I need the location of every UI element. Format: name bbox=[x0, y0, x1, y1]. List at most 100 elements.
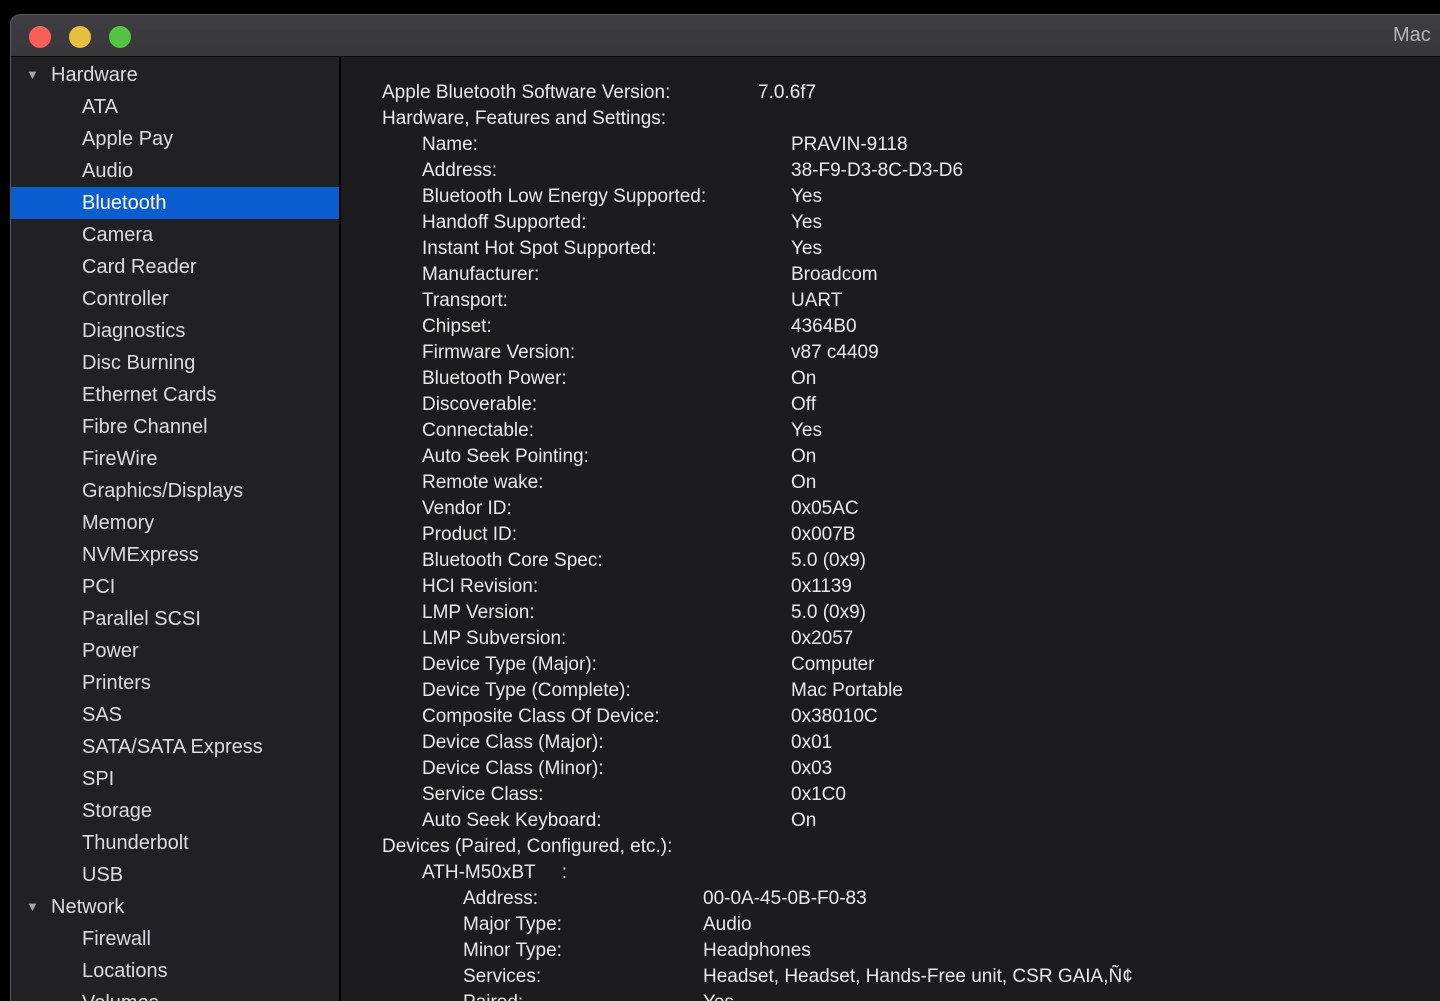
sidebar-item-firewall[interactable]: Firewall bbox=[11, 923, 339, 955]
row-value: On bbox=[791, 470, 816, 496]
row-label: Firmware Version: bbox=[422, 340, 575, 366]
row-label: Device Type (Major): bbox=[422, 652, 597, 678]
info-row-service-class: Service Class:0x1C0 bbox=[341, 782, 1440, 808]
info-row-instant-hot-spot-supported: Instant Hot Spot Supported: Yes bbox=[341, 236, 1440, 262]
row-value: 00-0A-45-0B-F0-83 bbox=[703, 886, 867, 912]
sidebar-item-nvmexpress[interactable]: NVMExpress bbox=[11, 539, 339, 571]
row-label: Auto Seek Keyboard: bbox=[422, 808, 602, 834]
row-value: Headphones bbox=[703, 938, 811, 964]
info-row-discoverable: Discoverable: Off bbox=[341, 392, 1440, 418]
row-label: Vendor ID: bbox=[422, 496, 512, 522]
info-row-composite-class-of-device: Composite Class Of Device:0x38010C bbox=[341, 704, 1440, 730]
sidebar-item-camera[interactable]: Camera bbox=[11, 219, 339, 251]
sidebar-item-firewire[interactable]: FireWire bbox=[11, 443, 339, 475]
titlebar[interactable]: Mac bbox=[11, 14, 1440, 57]
row-label: Apple Bluetooth Software Version: bbox=[382, 80, 670, 106]
info-row-bluetooth-power: Bluetooth Power: On bbox=[341, 366, 1440, 392]
sidebar-item-bluetooth[interactable]: Bluetooth bbox=[11, 187, 339, 219]
info-row-address: Address:00-0A-45-0B-F0-83 bbox=[341, 886, 1440, 912]
info-row-apple-bluetooth-software-version: Apple Bluetooth Software Version:7.0.6f7 bbox=[341, 80, 1440, 106]
sidebar-item-power[interactable]: Power bbox=[11, 635, 339, 667]
window-body: ▼HardwareATAApple PayAudioBluetoothCamer… bbox=[11, 57, 1440, 1001]
sidebar-item-thunderbolt[interactable]: Thunderbolt bbox=[11, 827, 339, 859]
row-label: Handoff Supported: bbox=[422, 210, 586, 236]
row-value: Yes bbox=[791, 418, 822, 444]
row-value: 0x38010C bbox=[791, 704, 878, 730]
row-label: Discoverable: bbox=[422, 392, 537, 418]
disclosure-triangle-icon[interactable]: ▼ bbox=[26, 59, 39, 91]
info-row-ath-m50xbt: ATH-M50xBT : bbox=[341, 860, 1440, 886]
row-label: Remote wake: bbox=[422, 470, 543, 496]
zoom-button[interactable] bbox=[109, 26, 131, 48]
sidebar-item-ethernet-cards[interactable]: Ethernet Cards bbox=[11, 379, 339, 411]
info-row-handoff-supported: Handoff Supported: Yes bbox=[341, 210, 1440, 236]
info-row-lmp-subversion: LMP Subversion:0x2057 bbox=[341, 626, 1440, 652]
info-row-lmp-version: LMP Version:5.0 (0x9) bbox=[341, 600, 1440, 626]
info-row-auto-seek-pointing: Auto Seek Pointing:On bbox=[341, 444, 1440, 470]
info-row-device-class-minor: Device Class (Minor):0x03 bbox=[341, 756, 1440, 782]
row-value: On bbox=[791, 366, 816, 392]
sidebar-item-diagnostics[interactable]: Diagnostics bbox=[11, 315, 339, 347]
traffic-lights bbox=[29, 26, 131, 48]
info-row-address: Address: 38-F9-D3-8C-D3-D6 bbox=[341, 158, 1440, 184]
sidebar-item-volumes[interactable]: Volumes bbox=[11, 987, 339, 1001]
row-label: Minor Type: bbox=[463, 938, 562, 964]
sidebar-item-sas[interactable]: SAS bbox=[11, 699, 339, 731]
info-row-firmware-version: Firmware Version:v87 c4409 bbox=[341, 340, 1440, 366]
row-value: Broadcom bbox=[791, 262, 878, 288]
sidebar-item-sata-sata-express[interactable]: SATA/SATA Express bbox=[11, 731, 339, 763]
sidebar-item-card-reader[interactable]: Card Reader bbox=[11, 251, 339, 283]
info-row-connectable: Connectable:Yes bbox=[341, 418, 1440, 444]
info-row-vendor-id: Vendor ID:0x05AC bbox=[341, 496, 1440, 522]
sidebar-section-hardware[interactable]: ▼Hardware bbox=[11, 59, 339, 91]
info-row-manufacturer: Manufacturer: Broadcom bbox=[341, 262, 1440, 288]
row-value: 4364B0 bbox=[791, 314, 857, 340]
info-row-auto-seek-keyboard: Auto Seek Keyboard:On bbox=[341, 808, 1440, 834]
row-label: Address: bbox=[422, 158, 497, 184]
disclosure-triangle-icon[interactable]: ▼ bbox=[26, 891, 39, 923]
row-value: Yes bbox=[791, 210, 822, 236]
row-value: 0x007B bbox=[791, 522, 855, 548]
sidebar-item-apple-pay[interactable]: Apple Pay bbox=[11, 123, 339, 155]
sidebar-item-usb[interactable]: USB bbox=[11, 859, 339, 891]
info-row-transport: Transport:UART bbox=[341, 288, 1440, 314]
row-value: 0x1139 bbox=[791, 574, 852, 600]
sidebar-item-parallel-scsi[interactable]: Parallel SCSI bbox=[11, 603, 339, 635]
row-value: PRAVIN-9118 bbox=[791, 132, 908, 158]
info-row-device-type-major: Device Type (Major): Computer bbox=[341, 652, 1440, 678]
row-value: Audio bbox=[703, 912, 752, 938]
minimize-button[interactable] bbox=[69, 26, 91, 48]
sidebar-section-network[interactable]: ▼Network bbox=[11, 891, 339, 923]
sidebar-item-ata[interactable]: ATA bbox=[11, 91, 339, 123]
sidebar-item-pci[interactable]: PCI bbox=[11, 571, 339, 603]
sidebar-item-printers[interactable]: Printers bbox=[11, 667, 339, 699]
row-label: Instant Hot Spot Supported: bbox=[422, 236, 657, 262]
row-label: Bluetooth Core Spec: bbox=[422, 548, 603, 574]
row-value: 38-F9-D3-8C-D3-D6 bbox=[791, 158, 963, 184]
sidebar: ▼HardwareATAApple PayAudioBluetoothCamer… bbox=[11, 57, 341, 1001]
sidebar-item-disc-burning[interactable]: Disc Burning bbox=[11, 347, 339, 379]
close-button[interactable] bbox=[29, 26, 51, 48]
row-value: 5.0 (0x9) bbox=[791, 600, 866, 626]
sidebar-item-controller[interactable]: Controller bbox=[11, 283, 339, 315]
bluetooth-info-pane: Apple Bluetooth Software Version:7.0.6f7… bbox=[341, 57, 1440, 1001]
info-row-product-id: Product ID:0x007B bbox=[341, 522, 1440, 548]
sidebar-item-memory[interactable]: Memory bbox=[11, 507, 339, 539]
sidebar-item-spi[interactable]: SPI bbox=[11, 763, 339, 795]
info-row-minor-type: Minor Type: Headphones bbox=[341, 938, 1440, 964]
sidebar-item-locations[interactable]: Locations bbox=[11, 955, 339, 987]
row-value: Off bbox=[791, 392, 816, 418]
sidebar-item-fibre-channel[interactable]: Fibre Channel bbox=[11, 411, 339, 443]
info-row-services: Services:Headset, Headset, Hands-Free un… bbox=[341, 964, 1440, 990]
sidebar-item-storage[interactable]: Storage bbox=[11, 795, 339, 827]
row-label: Bluetooth Power: bbox=[422, 366, 567, 392]
row-value: Yes bbox=[791, 184, 822, 210]
row-label: Device Class (Major): bbox=[422, 730, 604, 756]
row-label: Chipset: bbox=[422, 314, 492, 340]
row-value: Yes bbox=[703, 990, 734, 1001]
row-label: Manufacturer: bbox=[422, 262, 539, 288]
row-value: Yes bbox=[791, 236, 822, 262]
sidebar-item-audio[interactable]: Audio bbox=[11, 155, 339, 187]
sidebar-item-graphics-displays[interactable]: Graphics/Displays bbox=[11, 475, 339, 507]
row-value: Computer bbox=[791, 652, 874, 678]
